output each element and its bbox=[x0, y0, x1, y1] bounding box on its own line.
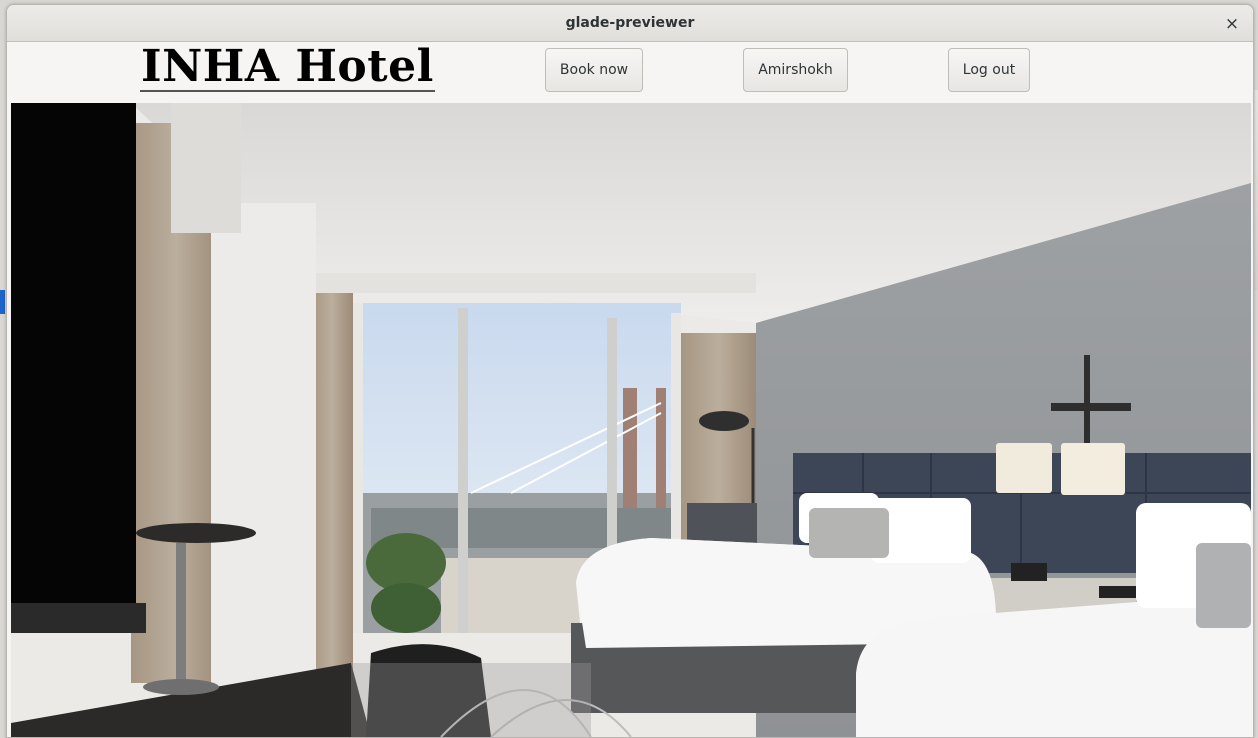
user-button[interactable]: Amirshokh bbox=[743, 48, 848, 92]
header-bar: INHA Hotel Book now Amirshokh Log out bbox=[7, 42, 1253, 104]
window-title: glade-previewer bbox=[565, 15, 695, 31]
app-window: glade-previewer × INHA Hotel Book now Am… bbox=[6, 4, 1254, 738]
close-icon[interactable]: × bbox=[1221, 13, 1243, 35]
title-bar[interactable]: glade-previewer × bbox=[7, 5, 1253, 42]
log-out-button[interactable]: Log out bbox=[948, 48, 1030, 92]
book-now-button[interactable]: Book now bbox=[545, 48, 643, 92]
desktop-edge bbox=[0, 290, 5, 314]
hotel-room-image bbox=[11, 103, 1251, 737]
hotel-logo: INHA Hotel bbox=[140, 41, 435, 92]
